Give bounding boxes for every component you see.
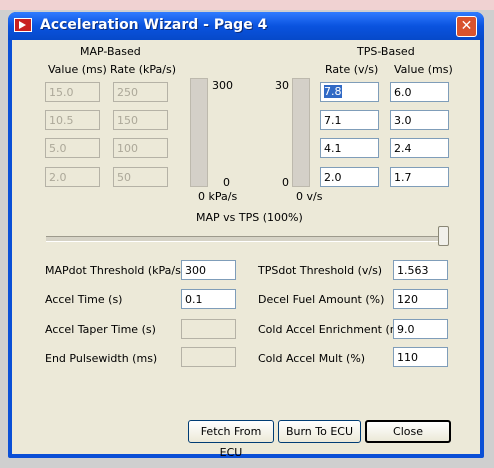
map-vs-tps-slider-track[interactable] bbox=[46, 236, 446, 242]
map-rate-column-header: Rate (kPa/s) bbox=[110, 63, 176, 76]
tps-rate-field-2[interactable] bbox=[320, 110, 379, 130]
accel-time-field[interactable] bbox=[181, 289, 236, 309]
map-value-field-2[interactable] bbox=[45, 110, 100, 130]
fetch-from-ecu-button[interactable]: Fetch From ECU bbox=[188, 420, 274, 459]
tps-rate-column-header: Rate (v/s) bbox=[325, 63, 379, 76]
tpsdot-threshold-label: TPSdot Threshold (v/s) bbox=[258, 264, 383, 277]
close-button[interactable]: Close bbox=[365, 420, 451, 443]
cold-accel-mult-label: Cold Accel Mult (%) bbox=[258, 352, 366, 365]
burn-to-ecu-button[interactable]: Burn To ECU bbox=[278, 420, 361, 443]
end-pulsewidth-label: End Pulsewidth (ms) bbox=[45, 352, 158, 365]
accel-taper-time-label: Accel Taper Time (s) bbox=[45, 323, 156, 336]
mapdot-threshold-field[interactable] bbox=[181, 260, 236, 280]
mapdot-threshold-label: MAPdot Threshold (kPa/s) bbox=[45, 264, 186, 277]
window-title: Acceleration Wizard - Page 4 bbox=[40, 17, 268, 33]
tps-rate-field-1-text: 7.8 bbox=[324, 85, 342, 98]
map-gauge-unit-label: 0 kPa/s bbox=[198, 190, 238, 203]
accel-taper-time-field[interactable] bbox=[181, 319, 236, 339]
accel-time-label: Accel Time (s) bbox=[45, 293, 123, 306]
map-section-header: MAP-Based bbox=[80, 45, 141, 58]
map-vs-tps-label: MAP vs TPS (100%) bbox=[196, 211, 303, 224]
tps-gauge-max-label: 30 bbox=[275, 79, 289, 92]
close-window-button[interactable]: ✕ bbox=[456, 16, 477, 37]
map-rate-gauge bbox=[190, 78, 208, 187]
tps-rate-field-4[interactable] bbox=[320, 167, 379, 187]
map-value-field-1[interactable] bbox=[45, 82, 100, 102]
cold-accel-enrichment-field[interactable] bbox=[393, 319, 448, 339]
tpsdot-threshold-field[interactable] bbox=[393, 260, 448, 280]
tps-gauge-unit-label: 0 v/s bbox=[296, 190, 323, 203]
map-rate-field-4[interactable] bbox=[113, 167, 168, 187]
background-window-strip bbox=[0, 0, 494, 10]
map-vs-tps-slider-thumb[interactable] bbox=[438, 226, 449, 246]
tps-value-field-2[interactable] bbox=[390, 110, 449, 130]
dialog-client-area: MAP-Based Value (ms) Rate (kPa/s) 300 0 … bbox=[12, 40, 480, 459]
map-value-column-header: Value (ms) bbox=[48, 63, 107, 76]
tps-section-header: TPS-Based bbox=[357, 45, 415, 58]
tps-rate-gauge bbox=[292, 78, 310, 187]
tps-gauge-min-label: 0 bbox=[282, 176, 289, 189]
tps-value-field-3[interactable] bbox=[390, 138, 449, 158]
tps-rate-field-3[interactable] bbox=[320, 138, 379, 158]
map-gauge-max-label: 300 bbox=[212, 79, 233, 92]
cold-accel-mult-field[interactable] bbox=[393, 347, 448, 367]
map-gauge-min-label: 0 bbox=[223, 176, 230, 189]
end-pulsewidth-field[interactable] bbox=[181, 347, 236, 367]
map-rate-field-2[interactable] bbox=[113, 110, 168, 130]
acceleration-wizard-window: Acceleration Wizard - Page 4 ✕ MAP-Based… bbox=[8, 12, 484, 459]
tps-rate-field-1[interactable]: 7.8 bbox=[320, 82, 379, 102]
tps-value-field-4[interactable] bbox=[390, 167, 449, 187]
map-rate-field-3[interactable] bbox=[113, 138, 168, 158]
map-value-field-3[interactable] bbox=[45, 138, 100, 158]
decel-fuel-amount-label: Decel Fuel Amount (%) bbox=[258, 293, 385, 306]
tps-value-column-header: Value (ms) bbox=[394, 63, 453, 76]
cold-accel-enrichment-label: Cold Accel Enrichment (ms) bbox=[258, 323, 411, 336]
tps-value-field-1[interactable] bbox=[390, 82, 449, 102]
decel-fuel-amount-field[interactable] bbox=[393, 289, 448, 309]
map-value-field-4[interactable] bbox=[45, 167, 100, 187]
app-icon bbox=[14, 18, 32, 32]
title-bar[interactable]: Acceleration Wizard - Page 4 ✕ bbox=[8, 12, 484, 40]
map-rate-field-1[interactable] bbox=[113, 82, 168, 102]
